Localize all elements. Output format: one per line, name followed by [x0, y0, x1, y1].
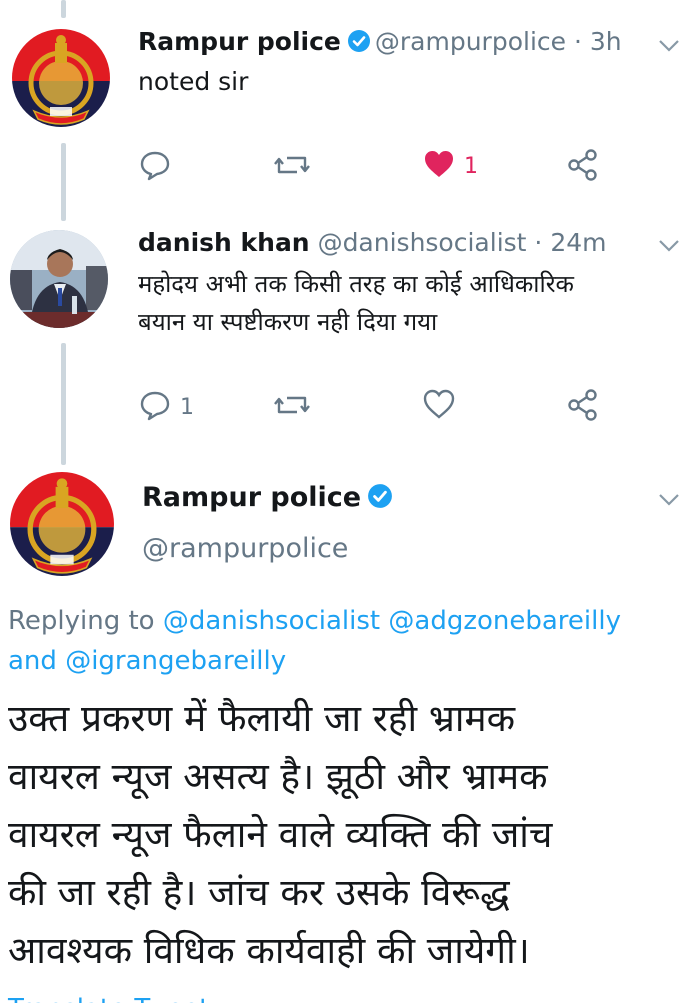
tweet-2-text-line: बयान या स्पष्टीकरण नही दिया गया [138, 308, 438, 336]
like-count: 1 [464, 153, 478, 179]
tweet-1-handle[interactable]: @rampurpolice [375, 27, 566, 56]
tweet-1-header: Rampur police @rampurpolice · 3h [138, 27, 622, 59]
police-emblem-icon [10, 472, 114, 576]
verified-badge-icon [367, 483, 393, 516]
thread-line-1 [61, 143, 66, 221]
tweet-2-text: महोदय अभी तक किसी तरह का कोई आधिकारिक बय… [138, 265, 678, 341]
reply-count: 1 [180, 394, 194, 420]
tweet-2-text-line: महोदय अभी तक किसी तरह का कोई आधिकारिक [138, 270, 574, 298]
share-button[interactable] [566, 148, 600, 186]
retweet-button[interactable] [273, 388, 319, 426]
tweet-2-time[interactable]: · 24m [534, 228, 606, 257]
retweet-icon [273, 388, 311, 426]
main-tweet-text-line: की जा रही है। जांच कर उसके विरूद्ध [8, 871, 510, 914]
police-emblem-icon [12, 29, 110, 127]
translate-tweet-link[interactable]: Translate Tweet [8, 994, 209, 1003]
reply-icon [138, 388, 172, 426]
tweet-2-handle[interactable]: @danishsocialist [318, 228, 527, 257]
replying-to: Replying to @danishsocialist @adgzonebar… [8, 601, 678, 681]
reply-icon [138, 148, 172, 186]
retweet-button[interactable] [273, 148, 319, 186]
like-button[interactable] [422, 388, 464, 424]
person-photo-icon [10, 230, 108, 328]
replying-and[interactable]: and [8, 646, 57, 676]
heart-icon [422, 388, 456, 424]
avatar-rampur-police[interactable] [12, 29, 110, 127]
mention-link[interactable]: @igrangebareilly [65, 646, 286, 676]
main-tweet-text-line: वायरल न्यूज फैलाने वाले व्यक्ति की जांच [8, 813, 553, 856]
tweet-1-text-line: noted sir [138, 67, 249, 96]
main-tweet-text: उक्त प्रकरण में फैलायी जा रही भ्रामक वाय… [8, 690, 684, 980]
main-tweet-handle[interactable]: @rampurpolice [142, 533, 348, 564]
tweet-2-name[interactable]: danish khan [138, 228, 310, 257]
chevron-down-icon[interactable] [658, 238, 680, 257]
tweet-1-time[interactable]: · 3h [574, 27, 622, 56]
share-button[interactable] [566, 388, 600, 426]
tweet-1-name[interactable]: Rampur police [138, 27, 341, 56]
verified-badge-icon [347, 29, 371, 59]
mention-link[interactable]: @danishsocialist [163, 606, 380, 636]
thread-line-top [61, 0, 66, 18]
mention-link[interactable]: @adgzonebareilly [388, 606, 621, 636]
main-tweet-text-line: उक्त प्रकरण में फैलायी जा रही भ्रामक [8, 697, 516, 740]
reply-button[interactable] [138, 148, 180, 186]
heart-icon [422, 148, 456, 184]
avatar-danish-khan[interactable] [10, 230, 108, 328]
main-tweet-text-line: आवश्यक विधिक कार्यवाही की जायेगी। [8, 929, 530, 972]
main-tweet-name[interactable]: Rampur police [142, 482, 361, 513]
reply-button[interactable]: 1 [138, 388, 194, 426]
avatar-rampur-police-main[interactable] [10, 472, 114, 576]
tweet-2-header: danish khan @danishsocialist · 24m [138, 228, 606, 257]
main-tweet-text-line: वायरल न्यूज असत्य है। झूठी और भ्रामक [8, 755, 548, 798]
share-icon [566, 388, 600, 426]
tweet-1-actions: 1 [138, 148, 618, 188]
tweet-2-actions: 1 [138, 388, 618, 428]
like-button[interactable]: 1 [422, 148, 478, 184]
thread-line-2 [61, 343, 66, 465]
chevron-down-icon[interactable] [658, 38, 680, 57]
retweet-icon [273, 148, 311, 186]
tweet-1-text: noted sir [138, 64, 248, 100]
main-tweet-name-row: Rampur police [142, 482, 397, 516]
share-icon [566, 148, 600, 186]
replying-prefix: Replying to [8, 606, 155, 636]
chevron-down-icon[interactable] [658, 492, 680, 511]
